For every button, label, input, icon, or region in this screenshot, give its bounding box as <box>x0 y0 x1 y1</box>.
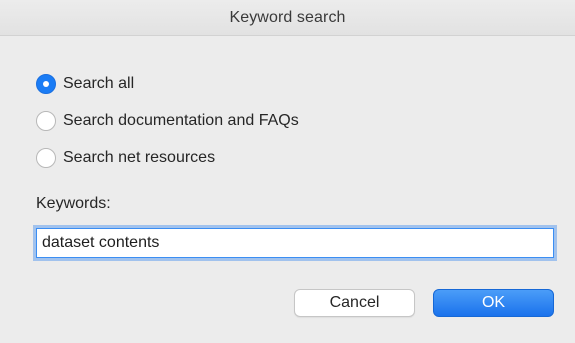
radio-option-search-all[interactable]: Search all <box>36 74 134 94</box>
keyword-search-dialog: Keyword search Search all Search documen… <box>0 0 575 343</box>
radio-label-search-documentation: Search documentation and FAQs <box>63 112 299 129</box>
radio-option-search-net-resources[interactable]: Search net resources <box>36 148 215 168</box>
titlebar: Keyword search <box>0 0 575 36</box>
ok-button[interactable]: OK <box>433 289 554 317</box>
keywords-input[interactable] <box>33 225 557 261</box>
radio-option-search-documentation[interactable]: Search documentation and FAQs <box>36 111 299 131</box>
radio-button-search-documentation[interactable] <box>36 111 56 131</box>
radio-label-search-all: Search all <box>63 75 135 92</box>
cancel-button[interactable]: Cancel <box>294 289 415 317</box>
radio-button-search-net-resources[interactable] <box>36 148 56 168</box>
radio-button-search-all[interactable] <box>36 74 56 94</box>
dialog-title: Keyword search <box>229 8 346 26</box>
radio-label-search-net-resources: Search net resources <box>63 149 216 166</box>
keywords-label: Keywords: <box>36 195 111 212</box>
